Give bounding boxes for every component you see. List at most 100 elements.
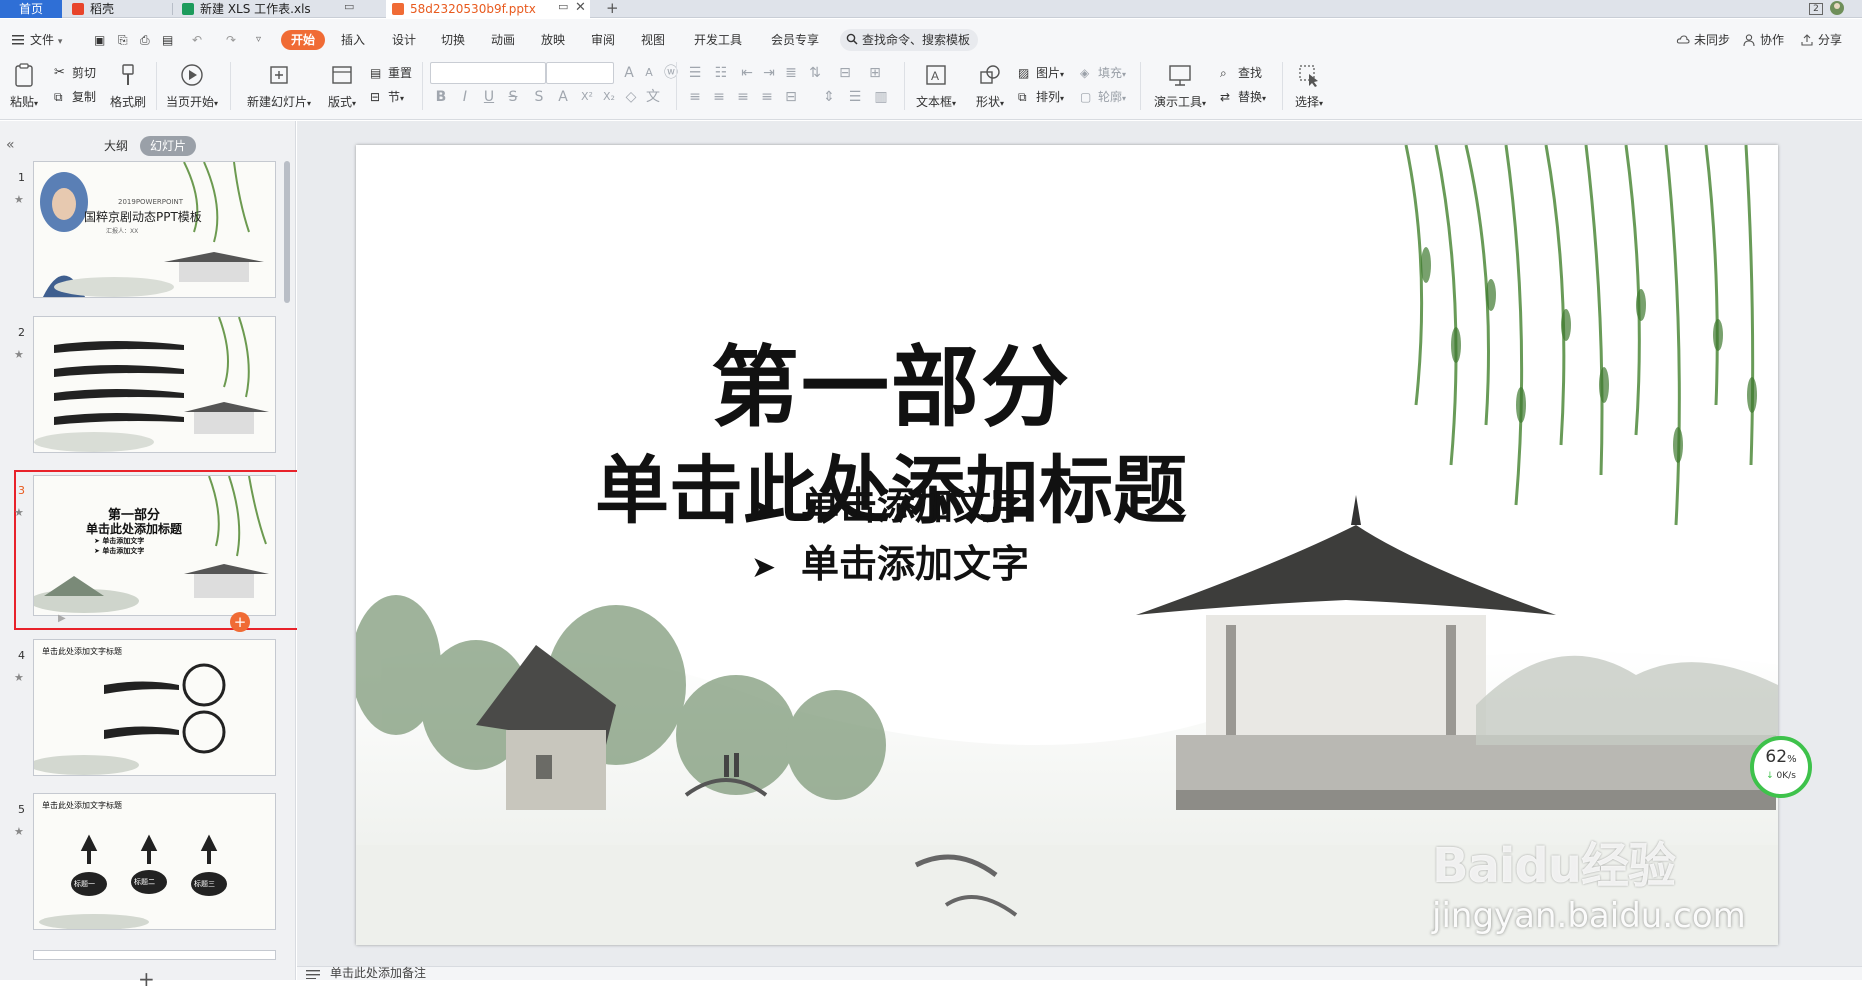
font-size-select[interactable]	[546, 62, 614, 84]
tab-docer[interactable]: 稻壳	[66, 0, 170, 18]
slide-bullet-2[interactable]: ➤ 单击添加文字	[751, 533, 1029, 588]
columns-icon[interactable]: ▥	[872, 88, 890, 106]
file-menu[interactable]: 文件 ▾	[12, 30, 62, 50]
export-pdf-icon[interactable]: ⎘	[118, 30, 128, 50]
superscript-icon[interactable]: X²	[578, 88, 596, 106]
tab-start[interactable]: 开始	[281, 30, 326, 50]
slide-thumbnail-6[interactable]	[33, 950, 276, 960]
tab-developer[interactable]: 开发工具	[694, 30, 742, 50]
shadow-icon[interactable]: S	[530, 88, 548, 106]
tab-transition[interactable]: 切换	[441, 30, 465, 50]
tab-slides[interactable]: 幻灯片	[140, 136, 197, 156]
tab-slideshow[interactable]: 放映	[541, 30, 565, 50]
outline-button[interactable]: ▢ 轮廓▾	[1080, 88, 1126, 106]
underline-icon[interactable]: U	[480, 88, 498, 106]
tab-close-icon[interactable]: ✕	[575, 0, 586, 15]
tab-outline[interactable]: 大纲	[104, 136, 128, 156]
notes-placeholder[interactable]: 单击此处添加备注	[330, 967, 426, 980]
presenter-tools-button[interactable]: 演示工具▾	[1150, 62, 1210, 110]
clear-format-icon[interactable]: ⓦ	[662, 64, 680, 82]
textbox-button[interactable]: A 文本框▾	[912, 62, 960, 110]
new-slide-button[interactable]: 新建幻灯片▾	[242, 62, 316, 110]
paragraph-spacing-icon[interactable]: ☰	[846, 88, 864, 106]
align-text-icon[interactable]: ⊟	[836, 64, 854, 82]
italic-icon[interactable]: I	[456, 88, 474, 106]
align-center-icon[interactable]: ≡	[710, 88, 728, 106]
replace-button[interactable]: ⇄ 替换▾	[1220, 88, 1266, 106]
arrange-button[interactable]: ⧉ 排列▾	[1018, 88, 1064, 106]
network-speed-widget[interactable]: 62% ↓ 0K/s	[1750, 736, 1812, 798]
slide-2-artwork	[34, 317, 275, 452]
select-button[interactable]: 选择▾	[1290, 62, 1328, 110]
cut-button[interactable]: ✂ 剪切	[54, 64, 96, 82]
tab-design[interactable]: 设计	[392, 30, 416, 50]
phonetic-icon[interactable]: 文	[644, 88, 662, 106]
slide-thumbnail-4[interactable]: 4 ★ 单击此处添加文字标题	[0, 639, 296, 784]
command-search[interactable]: 查找命令、搜索模板	[840, 29, 979, 51]
slide-preview	[33, 316, 276, 453]
window-count-badge[interactable]: 2	[1809, 3, 1823, 15]
slide-thumbnail-1[interactable]: 1 ★ 2019POWERPOINT 国粹京剧动态PPT模板 汇报人：XX	[0, 161, 296, 306]
shape-button[interactable]: 形状▾	[970, 62, 1010, 110]
slide-thumbnail-2[interactable]: 2 ★	[0, 316, 296, 461]
layout-button[interactable]: 版式▾	[324, 62, 360, 110]
print-preview-icon[interactable]: ▤	[162, 30, 173, 50]
add-slide-button[interactable]: +	[138, 967, 155, 991]
reset-button[interactable]: ▤ 重置	[370, 64, 412, 82]
play-icon[interactable]: ▶	[58, 613, 72, 627]
redo-icon[interactable]: ↷	[226, 30, 236, 50]
line-break-icon[interactable]: ≣	[782, 64, 800, 82]
text-direction-icon[interactable]: ⇅	[806, 64, 824, 82]
tab-member[interactable]: 会员专享	[771, 30, 819, 50]
bullets-icon[interactable]: ☰	[686, 64, 704, 82]
save-icon[interactable]: ▣	[94, 30, 105, 50]
align-right-icon[interactable]: ≡	[734, 88, 752, 106]
tab-insert[interactable]: 插入	[341, 30, 365, 50]
tab-review[interactable]: 审阅	[591, 30, 615, 50]
play-from-current-button[interactable]: 当页开始▾	[164, 62, 220, 110]
section-button[interactable]: ⊟ 节▾	[370, 88, 404, 106]
paste-button[interactable]: 粘贴▾	[10, 62, 38, 110]
slide-thumbnail-5[interactable]: 5 ★ 单击此处添加文字标题 标题一 标题二 标题三	[0, 793, 296, 938]
quick-access-dropdown-icon[interactable]: ▿	[256, 30, 261, 50]
align-left-icon[interactable]: ≡	[686, 88, 704, 106]
share-button[interactable]: 分享	[1800, 30, 1842, 50]
undo-icon[interactable]: ↶	[192, 30, 202, 50]
increase-font-icon[interactable]: A	[620, 64, 638, 82]
tab-home[interactable]: 首页	[0, 0, 62, 18]
notes-pane[interactable]	[297, 966, 1862, 980]
new-tab-button[interactable]: +	[606, 0, 619, 17]
line-spacing-icon[interactable]: ⇕	[820, 88, 838, 106]
tab-window-icon[interactable]: ▭	[344, 0, 354, 13]
indent-icon[interactable]: ⇥	[760, 64, 778, 82]
tab-window-icon[interactable]: ▭	[558, 0, 568, 13]
outdent-icon[interactable]: ⇤	[738, 64, 756, 82]
eraser-icon[interactable]: ◇	[622, 88, 640, 106]
decrease-font-icon[interactable]: A	[640, 64, 658, 82]
fill-button[interactable]: ◈ 填充▾	[1080, 64, 1126, 82]
subscript-icon[interactable]: X₂	[600, 88, 618, 106]
strikethrough-icon[interactable]: S	[504, 88, 522, 106]
sync-status[interactable]: 未同步	[1676, 30, 1730, 50]
numbering-icon[interactable]: ☷	[712, 64, 730, 82]
slide-thumbnail-3[interactable]: 3 ★ 第一部分 单击此处添加标题 ➤ 单击添加文字 ➤ 单击添加文字 ▶ +	[0, 470, 300, 635]
font-family-select[interactable]	[430, 62, 546, 84]
print-icon[interactable]: ⎙	[140, 30, 150, 50]
slide-bullet-1[interactable]: ➤ 单击添加文字	[751, 475, 1029, 530]
distribute-icon[interactable]: ⊟	[782, 88, 800, 106]
convert-smartart-icon[interactable]: ⊞	[866, 64, 884, 82]
format-painter-button[interactable]: 格式刷	[108, 62, 148, 110]
avatar[interactable]	[1828, 0, 1848, 18]
justify-icon[interactable]: ≡	[758, 88, 776, 106]
collaborate-button[interactable]: 协作	[1742, 30, 1784, 50]
tab-view[interactable]: 视图	[641, 30, 665, 50]
find-button[interactable]: ⌕ 查找	[1220, 64, 1262, 82]
add-slide-icon[interactable]: +	[230, 612, 250, 632]
tab-animation[interactable]: 动画	[491, 30, 515, 50]
picture-button[interactable]: ▨ 图片▾	[1018, 64, 1064, 82]
copy-button[interactable]: ⧉ 复制	[54, 88, 96, 106]
slide-title[interactable]: 第一部分	[356, 317, 1426, 444]
bold-icon[interactable]: B	[432, 88, 450, 106]
current-slide[interactable]: 第一部分 单击此处添加标题 ➤ 单击添加文字 ➤ 单击添加文字	[356, 145, 1778, 945]
font-color-icon[interactable]: A	[554, 88, 572, 106]
